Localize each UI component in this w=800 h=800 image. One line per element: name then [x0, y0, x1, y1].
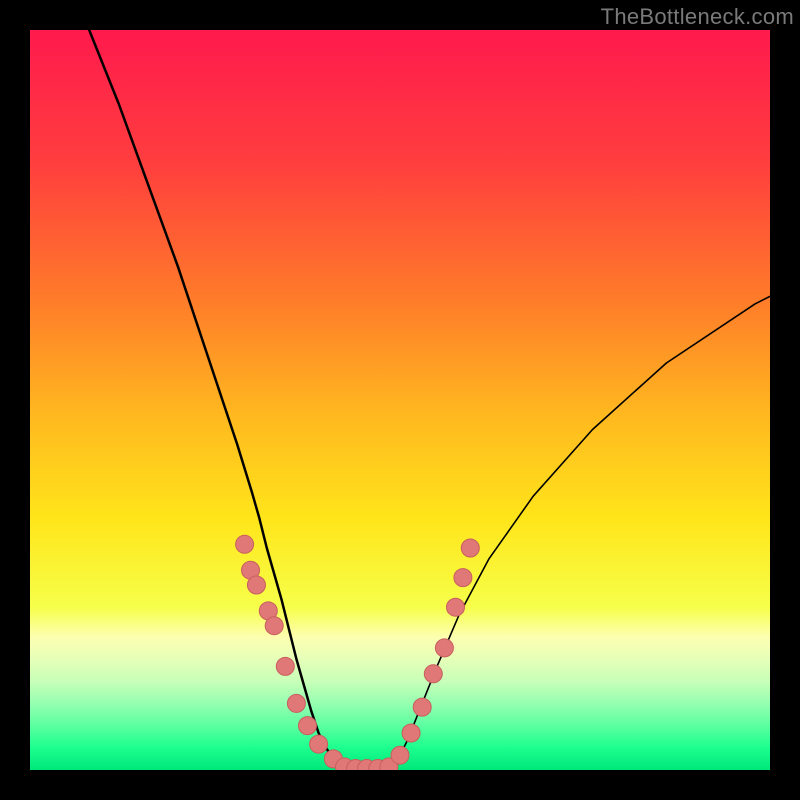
plot-area	[30, 30, 770, 770]
gradient-bg	[30, 30, 770, 770]
marker-point	[454, 569, 472, 587]
marker-point	[236, 535, 254, 553]
chart-svg	[30, 30, 770, 770]
marker-point	[424, 665, 442, 683]
marker-point	[310, 735, 328, 753]
marker-point	[247, 576, 265, 594]
watermark-text: TheBottleneck.com	[601, 4, 794, 30]
marker-point	[287, 694, 305, 712]
marker-point	[447, 598, 465, 616]
marker-point	[461, 539, 479, 557]
marker-point	[276, 657, 294, 675]
marker-point	[391, 746, 409, 764]
marker-point	[402, 724, 420, 742]
marker-point	[299, 717, 317, 735]
marker-point	[435, 639, 453, 657]
chart-frame: TheBottleneck.com	[0, 0, 800, 800]
marker-point	[265, 617, 283, 635]
marker-point	[413, 698, 431, 716]
